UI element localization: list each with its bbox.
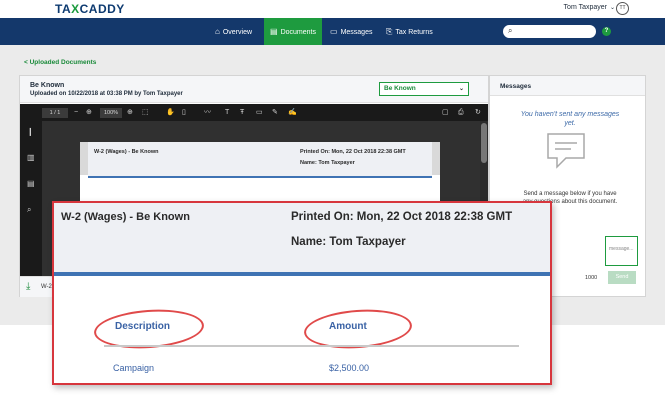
document-icon: ▤ [270, 27, 278, 36]
message-input-placeholder: message... [609, 246, 634, 252]
comments-icon[interactable]: ▤ [27, 179, 35, 188]
page-form-title: W-2 (Wages) - Be Known [94, 149, 159, 155]
page-header: W-2 (Wages) - Be Known Printed On: Mon, … [88, 142, 432, 178]
scrollbar-thumb[interactable] [481, 123, 487, 163]
thumbnails-icon[interactable]: ▥ [27, 153, 35, 162]
taxcaddy-logo[interactable]: TAXCADDY [55, 2, 125, 16]
search-icon: ⌕ [508, 26, 513, 35]
table-cell-amount: $2,500.00 [329, 363, 370, 373]
document-upload-info: Uploaded on 10/22/2018 at 03:38 PM by To… [30, 91, 183, 97]
logo-text-c: CADDY [79, 2, 125, 16]
zoom-form-title: W-2 (Wages) - Be Known [61, 211, 190, 223]
document-select-value: Be Known [384, 85, 416, 92]
column-header-description: Description [115, 321, 171, 332]
freehand-icon[interactable]: 〰 [204, 104, 211, 121]
message-input[interactable]: message... [605, 236, 638, 266]
chevron-down-icon[interactable]: ⌄ [610, 4, 615, 11]
document-select[interactable]: Be Known ⌄ [379, 82, 469, 96]
rotate-icon[interactable]: ↻ [475, 104, 481, 121]
messages-header: Messages [490, 76, 645, 96]
app-root: TAXCADDY Tom Taxpayer ⌄ TT ⌂ Overview ▤ Do… [0, 0, 665, 412]
nav-item-overview[interactable]: ⌂ Overview [215, 18, 252, 45]
download-icon[interactable]: ⤓ [26, 281, 30, 292]
pen-icon[interactable]: ✎ [272, 104, 278, 121]
main-nav: ⌂ Overview ▤ Documents ▭ Messages ⎘ Tax Retu… [0, 18, 665, 45]
logo-text-b: X [71, 2, 80, 16]
shape-icon[interactable]: ▭ [256, 104, 263, 121]
text-format-icon[interactable]: Ŧ [240, 104, 244, 121]
zoom-out-icon[interactable]: − [74, 104, 78, 121]
help-icon[interactable]: ? [602, 27, 611, 36]
select-text-icon[interactable]: ▯ [182, 104, 186, 121]
page-printed-on: Printed On: Mon, 22 Oct 2018 22:38 GMT [300, 149, 406, 155]
document-title: Be Known [30, 82, 65, 89]
bookmark-icon[interactable]: ❙ [27, 127, 34, 136]
zoom-printed-on: Printed On: Mon, 22 Oct 2018 22:38 GMT [291, 211, 513, 223]
text-annotation-icon[interactable]: T [225, 104, 229, 121]
chat-icon: ▭ [330, 27, 338, 36]
table-cell-description: Campaign [113, 363, 155, 373]
zoom-level[interactable]: 100% [100, 108, 122, 118]
zoom-name-line: Name: Tom Taxpayer [291, 236, 406, 248]
page-indicator[interactable]: 1 / 1 [42, 108, 68, 118]
zoom-callout: W-2 (Wages) - Be Known Printed On: Mon, … [52, 201, 552, 385]
zoom-header: W-2 (Wages) - Be Known Printed On: Mon, … [54, 203, 550, 276]
zoom-in-icon[interactable]: ⊕ [127, 104, 133, 121]
back-to-uploaded-documents-link[interactable]: < Uploaded Documents [24, 59, 96, 66]
chevron-down-icon: ⌄ [458, 86, 464, 92]
file-icon[interactable]: ▢ [442, 104, 449, 121]
nav-label-tax-returns: Tax Returns [395, 29, 433, 36]
signature-icon[interactable]: ✍ [288, 104, 297, 121]
column-header-amount: Amount [329, 321, 367, 332]
document-header: Be Known Uploaded on 10/22/2018 at 03:38… [20, 76, 488, 103]
chat-bubble-icon [547, 133, 585, 169]
avatar[interactable]: TT [616, 2, 629, 15]
user-menu-name[interactable]: Tom Taxpayer [564, 4, 607, 11]
nav-item-documents[interactable]: ▤ Documents [264, 18, 322, 45]
send-button[interactable]: Send [608, 271, 636, 284]
nav-label-messages: Messages [340, 29, 373, 36]
home-icon: ⌂ [215, 27, 220, 36]
messages-title: Messages [500, 83, 532, 90]
search-input[interactable]: ⌕ [503, 25, 596, 38]
nav-label-overview: Overview [222, 29, 253, 36]
nav-item-tax-returns[interactable]: ⎘ Tax Returns [386, 18, 433, 45]
message-char-count: 1000 [585, 275, 598, 281]
nav-label-documents: Documents [280, 29, 316, 36]
viewer-toolbar: 1 / 1 − ⊕ 100% ⊕ ⬚ ✋ ▯ 〰 T Ŧ ▭ ✎ ✍ ▢ ⎙ ↻ [20, 104, 488, 121]
print-icon[interactable]: ⎙ [458, 104, 464, 121]
viewer-sidebar: ❙ ▥ ▤ ⌕ [20, 121, 42, 276]
logo-text-a: TA [55, 2, 72, 16]
messages-empty-state: You haven't sent any messages yet. [520, 111, 620, 127]
tax-return-icon: ⎘ [386, 27, 393, 36]
zoom-in-magnifier-icon[interactable]: ⊕ [86, 104, 92, 121]
footer-filename: W-2 [41, 284, 52, 290]
page-name-line: Name: Tom Taxpayer [300, 160, 355, 166]
nav-item-messages[interactable]: ▭ Messages [330, 18, 372, 45]
top-bar: TAXCADDY Tom Taxpayer ⌄ TT [0, 0, 665, 18]
marquee-zoom-icon[interactable]: ⬚ [142, 104, 149, 121]
search-icon[interactable]: ⌕ [27, 205, 31, 215]
pan-hand-icon[interactable]: ✋ [166, 104, 175, 121]
column-header-rule [104, 345, 519, 347]
